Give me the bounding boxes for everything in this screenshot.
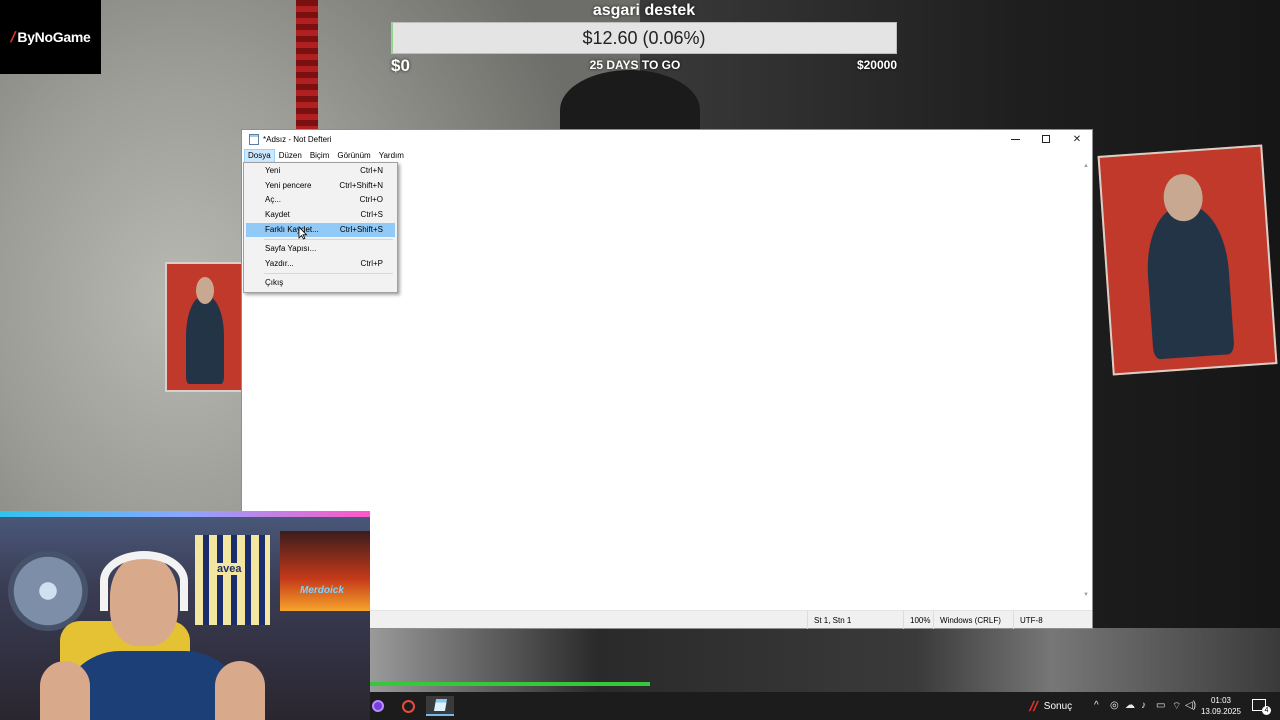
menu-bar: Dosya Düzen Biçim Görünüm Yardım: [244, 149, 408, 163]
webcam-jersey: [195, 535, 270, 625]
webcam-headset: [100, 551, 188, 611]
webcam-led-strip: [0, 511, 370, 517]
menu-item-yeni[interactable]: Yeni Ctrl+N: [246, 164, 395, 178]
goal-min-label: $0: [391, 56, 410, 75]
menu-separator: [264, 239, 393, 240]
minimize-button[interactable]: [1000, 130, 1030, 148]
taskbar-app-1[interactable]: [364, 696, 392, 716]
app-recorder-icon: [401, 699, 415, 713]
maximize-button[interactable]: [1031, 130, 1061, 148]
menu-item-yeni-pencere[interactable]: Yeni pencere Ctrl+Shift+N: [246, 179, 395, 193]
menu-gorunum[interactable]: Görünüm: [333, 149, 374, 163]
maximize-icon: [1042, 135, 1050, 143]
menu-dosya[interactable]: Dosya: [244, 149, 275, 163]
logo-mark-icon: /: [8, 28, 17, 46]
cloud-icon[interactable]: ☁: [1125, 700, 1135, 711]
title-bar[interactable]: *Adsız - Not Defteri ✕: [242, 130, 1092, 148]
goal-days-left: 25 DAYS TO GO: [589, 58, 681, 72]
background-curtain: [296, 0, 318, 130]
logo-text: ByNoGame: [17, 29, 91, 45]
taskbar-notepad[interactable]: [426, 696, 454, 716]
background-green-line: [370, 682, 650, 686]
menu-item-cikis[interactable]: Çıkış: [246, 276, 395, 290]
weather-label: Sonuç: [1043, 700, 1073, 712]
webcam-overlay: avea Merdoick: [0, 511, 370, 720]
menu-item-farkli-kaydet[interactable]: Farklı Kaydet... Ctrl+Shift+S: [246, 223, 395, 237]
mouse-cursor-icon: [298, 226, 308, 240]
close-icon: ✕: [1072, 133, 1082, 145]
taskbar-clock[interactable]: 01:03 13.09.2025: [1196, 695, 1246, 717]
cursor-position: St 1, Stn 1: [807, 611, 903, 629]
zoom-level: 100%: [903, 611, 933, 629]
goal-amount: $12.60 (0.06%): [582, 27, 706, 48]
weather-widget[interactable]: // Sonuç: [1027, 698, 1073, 714]
file-dropdown-menu: Yeni Ctrl+N Yeni pencere Ctrl+Shift+N Aç..…: [243, 162, 398, 293]
clock-date: 13.09.2025: [1200, 707, 1242, 716]
scroll-up-icon[interactable]: ▲: [1083, 163, 1089, 169]
microphone-icon[interactable]: ♪: [1141, 700, 1146, 711]
menu-item-yazdir[interactable]: Yazdır... Ctrl+P: [246, 257, 395, 271]
jersey-text: avea: [215, 563, 244, 575]
poster-text: Merdoick: [300, 585, 344, 596]
taskbar: // Sonuç ^ ◎ ☁ ♪ ▭ ⌔ ◁) 01:03 13.09.2025…: [370, 692, 1280, 720]
goal-max-label: $20000: [856, 58, 897, 72]
menu-yardim[interactable]: Yardım: [375, 149, 408, 163]
display-icon[interactable]: ▭: [1156, 700, 1165, 711]
minimize-icon: [1010, 138, 1020, 140]
encoding: UTF-8: [1013, 611, 1093, 629]
goal-title: asgari destek: [592, 2, 696, 19]
vertical-scrollbar[interactable]: ▲ ▼: [1081, 163, 1091, 598]
notepad-icon: [433, 699, 447, 711]
window-title: *Adsız - Not Defteri: [263, 134, 332, 144]
webcam-fan: [8, 551, 88, 631]
webcam-streamer-arm: [215, 661, 265, 720]
menu-item-ac[interactable]: Aç... Ctrl+O: [246, 193, 395, 207]
menu-item-sayfa-yapisi[interactable]: Sayfa Yapısı...: [246, 242, 395, 256]
wifi-icon[interactable]: ⌔: [1172, 700, 1181, 713]
close-button[interactable]: ✕: [1062, 130, 1092, 148]
network-icon[interactable]: ◎: [1110, 700, 1119, 711]
goal-progress-bar: $12.60 (0.06%): [391, 22, 897, 54]
bynogame-icon: //: [1027, 698, 1040, 714]
webcam-poster: [280, 531, 370, 611]
channel-logo: / ByNoGame: [0, 0, 101, 74]
menu-separator: [264, 273, 393, 274]
background-poster-left: [165, 262, 245, 392]
menu-bicim[interactable]: Biçim: [306, 149, 334, 163]
clock-time: 01:03: [1210, 696, 1232, 705]
background-poster-right: [1097, 144, 1278, 376]
scroll-down-icon[interactable]: ▼: [1083, 592, 1089, 598]
chevron-up-icon[interactable]: ^: [1094, 700, 1099, 711]
volume-icon[interactable]: ◁): [1185, 700, 1196, 711]
notification-count: 4: [1262, 706, 1271, 715]
line-endings: Windows (CRLF): [933, 611, 1013, 629]
notepad-icon: [249, 133, 259, 145]
webcam-streamer-arm: [40, 661, 90, 720]
taskbar-app-2[interactable]: [394, 696, 422, 716]
menu-duzen[interactable]: Düzen: [275, 149, 306, 163]
menu-item-kaydet[interactable]: Kaydet Ctrl+S: [246, 208, 395, 222]
app-circle-icon: [372, 700, 384, 712]
